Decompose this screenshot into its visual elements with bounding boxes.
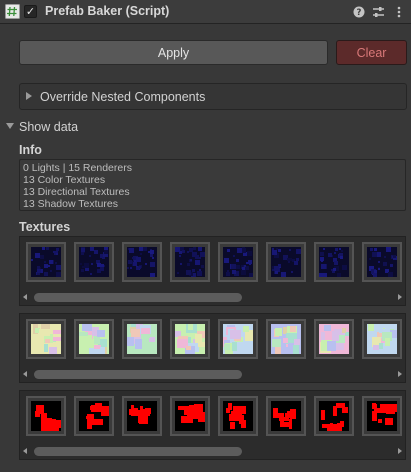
component-title: Prefab Baker (Script) <box>45 4 170 18</box>
shadow-textures-line: 13 Shadow Textures <box>23 198 118 210</box>
directional-texture-strip[interactable] <box>19 236 406 306</box>
directional-texture-thumbnail[interactable] <box>122 242 162 282</box>
show-data-foldout[interactable]: Show data <box>0 118 200 136</box>
override-nested-label: Override Nested Components <box>40 90 206 104</box>
directional-texture-thumbnail[interactable] <box>26 242 66 282</box>
color-texture-thumbnail[interactable] <box>266 319 306 359</box>
directional-texture-thumbnail[interactable] <box>74 242 114 282</box>
scroll-right-icon[interactable] <box>398 294 402 300</box>
color-texture-thumbnail[interactable] <box>26 319 66 359</box>
chevron-right-icon <box>26 92 32 100</box>
override-nested-foldout[interactable]: Override Nested Components <box>19 83 407 110</box>
scroll-right-icon[interactable] <box>398 371 402 377</box>
shadow-texture-strip[interactable] <box>19 390 406 460</box>
scroll-right-icon[interactable] <box>398 448 402 454</box>
scroll-left-icon[interactable] <box>23 448 27 454</box>
show-data-label: Show data <box>19 120 79 134</box>
textures-title: Textures <box>19 220 71 234</box>
enabled-checkbox[interactable]: ✓ <box>24 5 37 18</box>
horizontal-scrollbar-thumb[interactable] <box>34 293 242 302</box>
svg-text:?: ? <box>357 8 362 18</box>
shadow-texture-thumbnail[interactable] <box>362 396 402 436</box>
horizontal-scrollbar-thumb[interactable] <box>34 447 242 456</box>
clear-button[interactable]: Clear <box>336 40 407 65</box>
component-header: ✓ Prefab Baker (Script) ? <box>0 0 411 24</box>
directional-texture-thumbnail[interactable] <box>362 242 402 282</box>
shadow-texture-thumbnail[interactable] <box>170 396 210 436</box>
info-title: Info <box>19 143 42 157</box>
info-box: 0 Lights | 15 Renderers 13 Color Texture… <box>19 159 406 211</box>
shadow-texture-thumbnail[interactable] <box>74 396 114 436</box>
directional-texture-thumbnail[interactable] <box>266 242 306 282</box>
color-texture-thumbnail[interactable] <box>74 319 114 359</box>
directional-textures-line: 13 Directional Textures <box>23 186 130 198</box>
presets-icon[interactable] <box>371 5 385 19</box>
color-texture-thumbnail[interactable] <box>362 319 402 359</box>
shadow-texture-thumbnail[interactable] <box>218 396 258 436</box>
color-texture-strip[interactable] <box>19 313 406 383</box>
scroll-left-icon[interactable] <box>23 371 27 377</box>
apply-button[interactable]: Apply <box>19 40 328 65</box>
help-icon[interactable]: ? <box>352 5 366 19</box>
more-vert-icon[interactable] <box>392 5 406 19</box>
directional-texture-thumbnail[interactable] <box>218 242 258 282</box>
script-icon <box>5 4 20 19</box>
scroll-left-icon[interactable] <box>23 294 27 300</box>
chevron-down-icon <box>6 123 14 129</box>
color-texture-thumbnail[interactable] <box>218 319 258 359</box>
color-textures-line: 13 Color Textures <box>23 174 106 186</box>
shadow-texture-thumbnail[interactable] <box>314 396 354 436</box>
directional-texture-thumbnail[interactable] <box>170 242 210 282</box>
color-texture-thumbnail[interactable] <box>122 319 162 359</box>
color-texture-thumbnail[interactable] <box>170 319 210 359</box>
shadow-texture-thumbnail[interactable] <box>266 396 306 436</box>
shadow-texture-thumbnail[interactable] <box>26 396 66 436</box>
directional-texture-thumbnail[interactable] <box>314 242 354 282</box>
horizontal-scrollbar-thumb[interactable] <box>34 370 242 379</box>
color-texture-thumbnail[interactable] <box>314 319 354 359</box>
lights-renderers-line: 0 Lights | 15 Renderers <box>23 162 132 174</box>
shadow-texture-thumbnail[interactable] <box>122 396 162 436</box>
